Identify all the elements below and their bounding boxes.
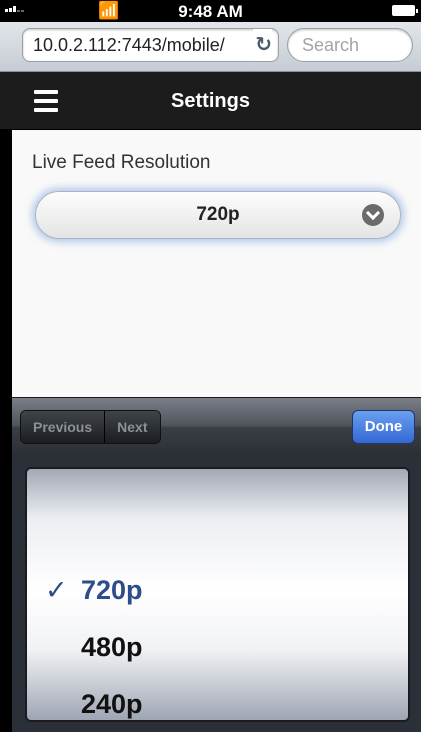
live-feed-resolution-label: Live Feed Resolution	[32, 152, 211, 173]
keyboard-toolbar: Previous Next Done	[12, 397, 421, 455]
url-text: 10.0.2.112:7443/mobile/	[33, 35, 225, 55]
status-time: 9:48 AM	[178, 2, 243, 21]
checkmark-icon: ✓	[45, 575, 68, 605]
browser-toolbar: 10.0.2.112:7443/mobile/ ↻ Search	[0, 22, 421, 72]
battery-icon	[392, 5, 418, 16]
search-input[interactable]: Search	[287, 28, 413, 62]
picker-option-720p[interactable]: 720p	[81, 575, 143, 606]
reload-icon[interactable]: ↻	[253, 29, 272, 61]
prev-next-control: Previous Next	[20, 410, 161, 444]
done-button[interactable]: Done	[352, 410, 415, 444]
resolution-select[interactable]: 720p	[35, 191, 401, 239]
settings-content: Live Feed Resolution 720p	[12, 130, 421, 397]
app-header: Settings	[0, 72, 421, 130]
hamburger-menu-icon[interactable]	[34, 90, 58, 112]
page-title: Settings	[171, 90, 250, 112]
resolution-select-value: 720p	[196, 204, 240, 225]
url-field[interactable]: 10.0.2.112:7443/mobile/ ↻	[22, 28, 279, 62]
next-button[interactable]: Next	[104, 411, 160, 443]
resolution-picker: ✓ 720p 480p 240p	[12, 455, 421, 732]
picker-wheel[interactable]: ✓ 720p 480p 240p	[25, 467, 410, 722]
chevron-down-icon	[362, 204, 384, 226]
picker-option-240p[interactable]: 240p	[81, 689, 143, 720]
status-bar: 📶 9:48 AM	[0, 0, 421, 22]
picker-option-480p[interactable]: 480p	[81, 632, 143, 663]
previous-button[interactable]: Previous	[21, 411, 105, 443]
